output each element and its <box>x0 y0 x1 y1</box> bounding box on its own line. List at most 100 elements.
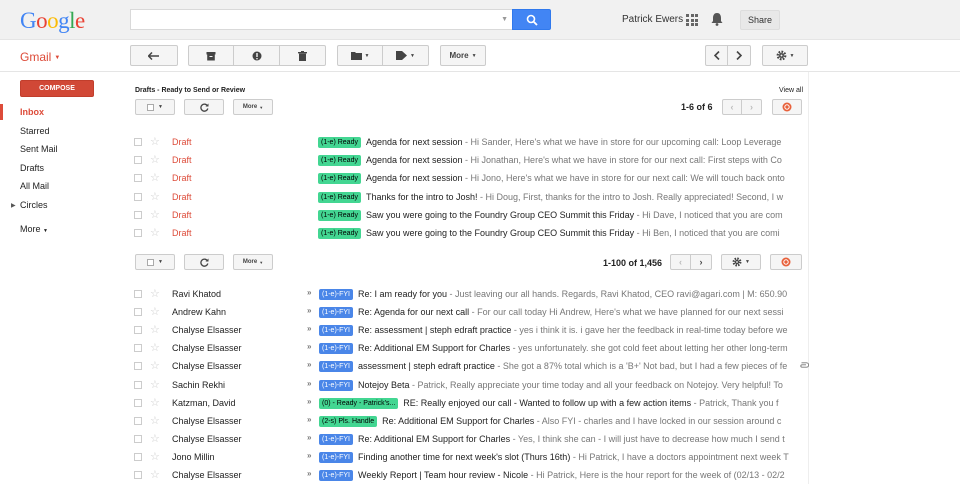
email-row[interactable]: ☆ Ravi Khatod » (1-e)-FYI Re: I am ready for… <box>128 285 795 303</box>
email-row[interactable]: ☆ Chalyse Elsasser » (1-e)-FYI Re: Additiona… <box>128 430 795 448</box>
email-row[interactable]: ☆ Chalyse Elsasser » (1-e)-FYI Weekly Report… <box>128 466 795 484</box>
star-icon[interactable]: ☆ <box>150 135 160 148</box>
row-label-badge[interactable]: (1-e) Ready <box>318 209 361 221</box>
row-label-badge[interactable]: (2-s) Pls. Handle <box>319 415 378 427</box>
report-spam-button[interactable] <box>234 45 280 66</box>
sidebar-item-sent-mail[interactable]: Sent Mail <box>20 144 58 154</box>
row-checkbox[interactable] <box>134 380 142 389</box>
inbox-prev-button[interactable]: ‹ <box>670 254 691 270</box>
row-checkbox[interactable] <box>134 210 142 219</box>
email-row[interactable]: ☆ Jono Millin » (1-e)-FYI Finding another ti… <box>128 448 795 466</box>
star-icon[interactable]: ☆ <box>150 378 160 391</box>
email-row[interactable]: ☆ Chalyse Elsasser » (1-e)-FYI Re: Additiona… <box>128 339 795 357</box>
star-icon[interactable]: ☆ <box>150 323 160 336</box>
row-label-badge[interactable]: (1-e)-FYI <box>319 361 353 373</box>
inbox-select-checkbox-dropdown[interactable]: ▼ <box>135 254 175 270</box>
select-checkbox[interactable] <box>147 103 155 111</box>
inbox-settings-button[interactable]: ▼ <box>721 254 761 270</box>
row-label-badge[interactable]: (1-e)-FYI <box>319 433 353 445</box>
star-icon[interactable]: ☆ <box>150 396 160 409</box>
email-row[interactable]: ☆ Chalyse Elsasser » (2-s) Pls. Handle Re: A… <box>128 412 795 430</box>
star-icon[interactable]: ☆ <box>150 341 160 354</box>
row-checkbox[interactable] <box>134 308 142 317</box>
row-checkbox[interactable] <box>134 362 142 371</box>
star-icon[interactable]: ☆ <box>150 171 160 184</box>
importance-marker-icon[interactable]: » <box>307 469 311 478</box>
row-checkbox[interactable] <box>134 344 142 353</box>
drafts-more-button[interactable]: More ▼ <box>233 99 273 115</box>
email-row[interactable]: ☆ Katzman, David » (0) - Ready - Patrick's.… <box>128 394 795 412</box>
importance-marker-icon[interactable]: » <box>307 379 311 388</box>
search-input[interactable]: ▼ <box>130 9 513 30</box>
back-button[interactable] <box>130 45 178 66</box>
row-label-badge[interactable]: (1-e) Ready <box>318 155 361 167</box>
row-label-badge[interactable]: (1-e) Ready <box>318 228 361 239</box>
row-label-badge[interactable]: (1-e)-FYI <box>319 470 353 481</box>
row-checkbox[interactable] <box>134 434 142 443</box>
row-label-badge[interactable]: (1-e)-FYI <box>319 343 353 355</box>
sidebar-item-inbox[interactable]: Inbox <box>20 107 44 117</box>
row-checkbox[interactable] <box>134 192 142 201</box>
row-label-badge[interactable]: (0) - Ready - Patrick's... <box>319 397 399 409</box>
apps-grid-icon[interactable] <box>686 14 698 26</box>
draft-row[interactable]: ☆ Draft (1-e) Ready Thanks for the intro to… <box>128 188 795 206</box>
draft-row[interactable]: ☆ Draft (1-e) Ready Agenda for next session… <box>128 151 795 169</box>
star-icon[interactable]: ☆ <box>150 468 160 481</box>
star-icon[interactable]: ☆ <box>150 414 160 427</box>
row-checkbox[interactable] <box>134 452 142 461</box>
importance-marker-icon[interactable]: » <box>307 342 311 351</box>
draft-row[interactable]: ☆ Draft (1-e) Ready Agenda for next session… <box>128 133 795 151</box>
row-label-badge[interactable]: (1-e) Ready <box>318 191 361 203</box>
row-checkbox[interactable] <box>134 416 142 425</box>
importance-marker-icon[interactable]: » <box>307 415 311 424</box>
sidebar-item-circles[interactable]: Circles <box>20 200 48 210</box>
row-label-badge[interactable]: (1-e)-FYI <box>319 307 353 319</box>
star-icon[interactable]: ☆ <box>150 287 160 300</box>
search-button[interactable] <box>512 9 551 30</box>
importance-marker-icon[interactable]: » <box>307 360 311 369</box>
notifications-bell-icon[interactable] <box>711 12 723 26</box>
delete-button[interactable] <box>280 45 326 66</box>
star-icon[interactable]: ☆ <box>150 432 160 445</box>
move-to-button[interactable]: ▼ <box>337 45 383 66</box>
compose-button[interactable]: COMPOSE <box>20 80 94 97</box>
row-checkbox[interactable] <box>134 174 142 183</box>
draft-row[interactable]: ☆ Draft (1-e) Ready Saw you were going to t… <box>128 206 795 224</box>
labels-button[interactable]: ▼ <box>383 45 429 66</box>
inbox-more-button[interactable]: More ▼ <box>233 254 273 270</box>
select-checkbox-dropdown[interactable]: ▼ <box>135 99 175 115</box>
importance-marker-icon[interactable]: » <box>307 288 311 297</box>
share-button[interactable]: Share <box>740 10 780 30</box>
email-row[interactable]: ☆ Andrew Kahn » (1-e)-FYI Re: Agenda for our… <box>128 303 795 321</box>
row-label-badge[interactable]: (1-e)-FYI <box>319 451 353 463</box>
row-checkbox[interactable] <box>134 138 142 146</box>
refresh-button[interactable] <box>184 99 224 115</box>
row-label-badge[interactable]: (1-e)-FYI <box>319 379 353 391</box>
drafts-section-options-button[interactable] <box>772 99 802 115</box>
importance-marker-icon[interactable]: » <box>307 397 311 406</box>
row-label-badge[interactable]: (1-e)-FYI <box>319 325 353 337</box>
inbox-next-button[interactable]: › <box>691 254 712 270</box>
sidebar-item-more[interactable]: More ▼ <box>20 224 48 234</box>
archive-button[interactable] <box>188 45 234 66</box>
row-checkbox[interactable] <box>134 471 142 479</box>
expand-arrow-icon[interactable]: ▶ <box>11 202 16 209</box>
star-icon[interactable]: ☆ <box>150 208 160 221</box>
star-icon[interactable]: ☆ <box>150 359 160 372</box>
email-row[interactable]: ☆ Chalyse Elsasser » (1-e)-FYI assessment | … <box>128 357 795 375</box>
row-label-badge[interactable]: (1-e) Ready <box>318 173 361 185</box>
sidebar-item-starred[interactable]: Starred <box>20 126 50 136</box>
drafts-next-button[interactable]: › <box>742 99 762 115</box>
sidebar-item-all-mail[interactable]: All Mail <box>20 181 49 191</box>
row-label-badge[interactable]: (1-e) Ready <box>318 137 361 148</box>
row-checkbox[interactable] <box>134 156 142 165</box>
settings-button[interactable]: ▼ <box>762 45 808 66</box>
email-row[interactable]: ☆ Sachin Rekhi » (1-e)-FYI Notejoy Beta - Pa… <box>128 376 795 394</box>
draft-row[interactable]: ☆ Draft (1-e) Ready Saw you were going to t… <box>128 224 795 242</box>
star-icon[interactable]: ☆ <box>150 153 160 166</box>
star-icon[interactable]: ☆ <box>150 190 160 203</box>
select-checkbox[interactable] <box>147 258 155 266</box>
star-icon[interactable]: ☆ <box>150 305 160 318</box>
row-checkbox[interactable] <box>134 290 142 298</box>
star-icon[interactable]: ☆ <box>150 450 160 463</box>
